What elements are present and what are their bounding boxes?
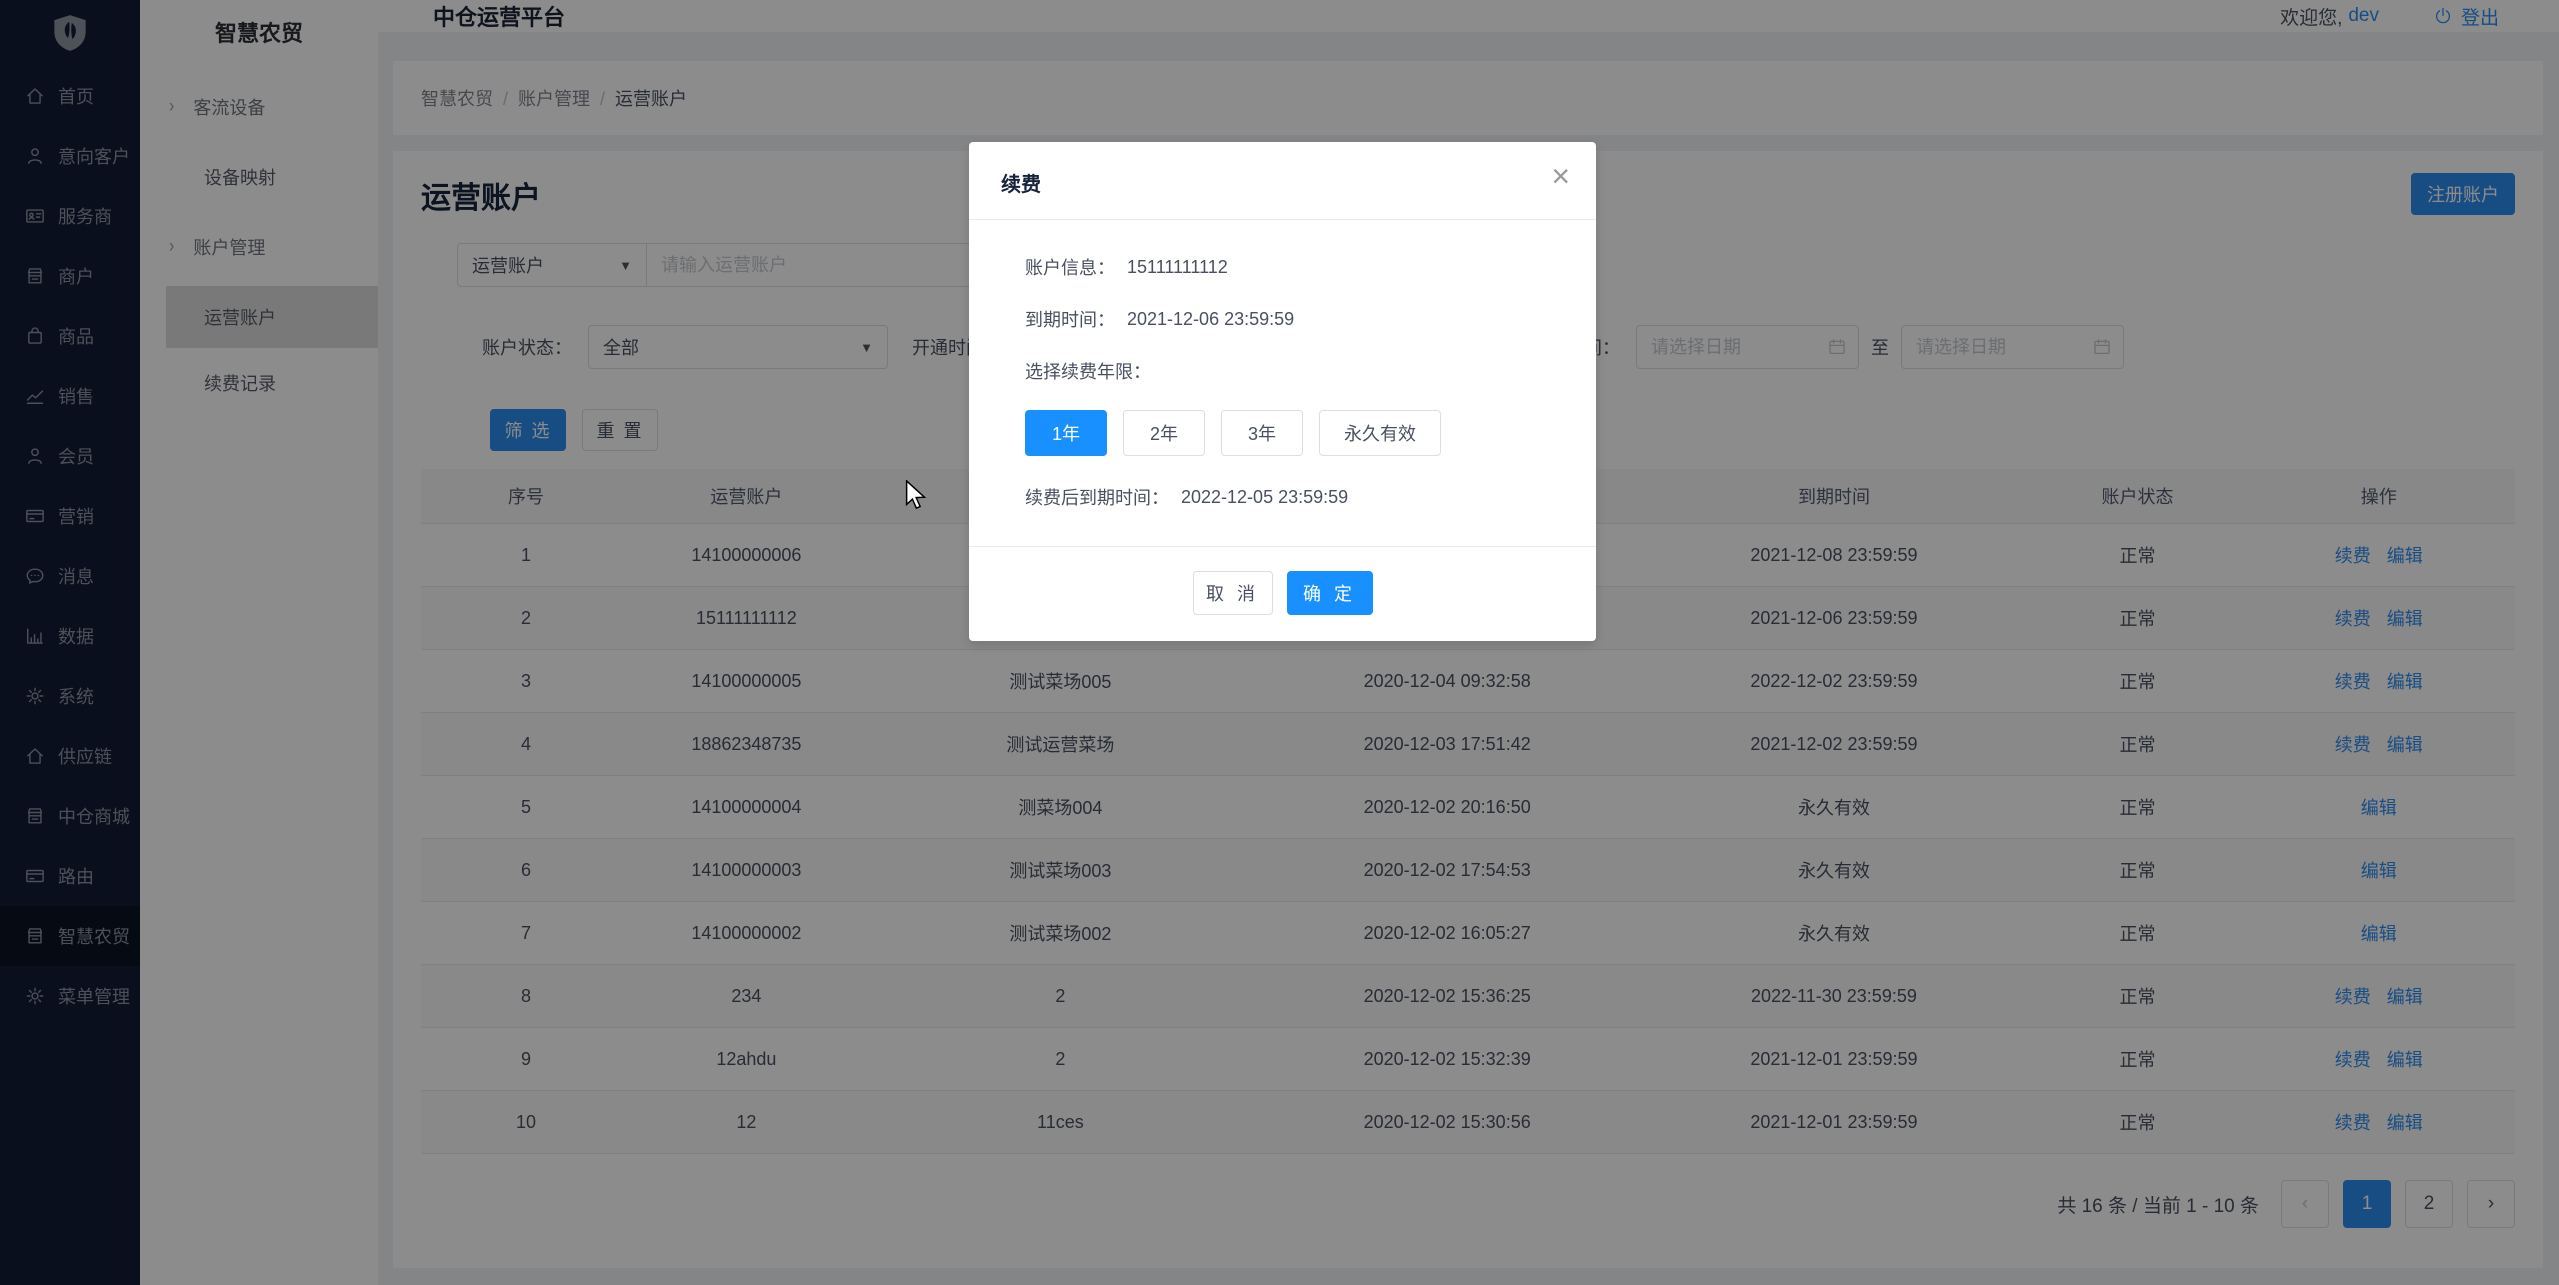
modal-title: 续费 xyxy=(1001,174,1041,196)
modal-body: 账户信息： 15111111112 到期时间： 2021-12-06 23:59… xyxy=(969,220,1596,546)
account-info-line: 账户信息： 15111111112 xyxy=(1025,254,1596,280)
year-option-button[interactable]: 3年 xyxy=(1221,410,1303,456)
confirm-button[interactable]: 确 定 xyxy=(1287,571,1373,615)
modal-footer: 取 消 确 定 xyxy=(969,546,1596,641)
after-renew-line: 续费后到期时间： 2022-12-05 23:59:59 xyxy=(1025,484,1596,510)
expire-time-label: 到期时间： xyxy=(1025,306,1115,332)
mouse-cursor xyxy=(905,480,927,515)
account-info-value: 15111111112 xyxy=(1127,257,1228,278)
year-options-row: 1年 2年 3年永久有效 xyxy=(1025,410,1596,456)
year-select-label: 选择续费年限： xyxy=(1025,358,1151,384)
after-renew-label: 续费后到期时间： xyxy=(1025,484,1169,510)
renew-modal: 续费 × 账户信息： 15111111112 到期时间： 2021-12-06 … xyxy=(969,142,1596,641)
expire-time-line: 到期时间： 2021-12-06 23:59:59 xyxy=(1025,306,1596,332)
expire-time-value: 2021-12-06 23:59:59 xyxy=(1127,309,1294,330)
modal-header: 续费 × xyxy=(969,142,1596,220)
cancel-button[interactable]: 取 消 xyxy=(1193,571,1273,615)
year-option-button[interactable]: 2年 xyxy=(1123,410,1205,456)
year-option-button[interactable]: 永久有效 xyxy=(1319,410,1441,456)
account-info-label: 账户信息： xyxy=(1025,254,1115,280)
year-select-line: 选择续费年限： xyxy=(1025,358,1596,384)
after-renew-value: 2022-12-05 23:59:59 xyxy=(1181,487,1348,508)
year-option-button[interactable]: 1年 xyxy=(1025,410,1107,456)
close-icon[interactable]: × xyxy=(1551,160,1570,192)
